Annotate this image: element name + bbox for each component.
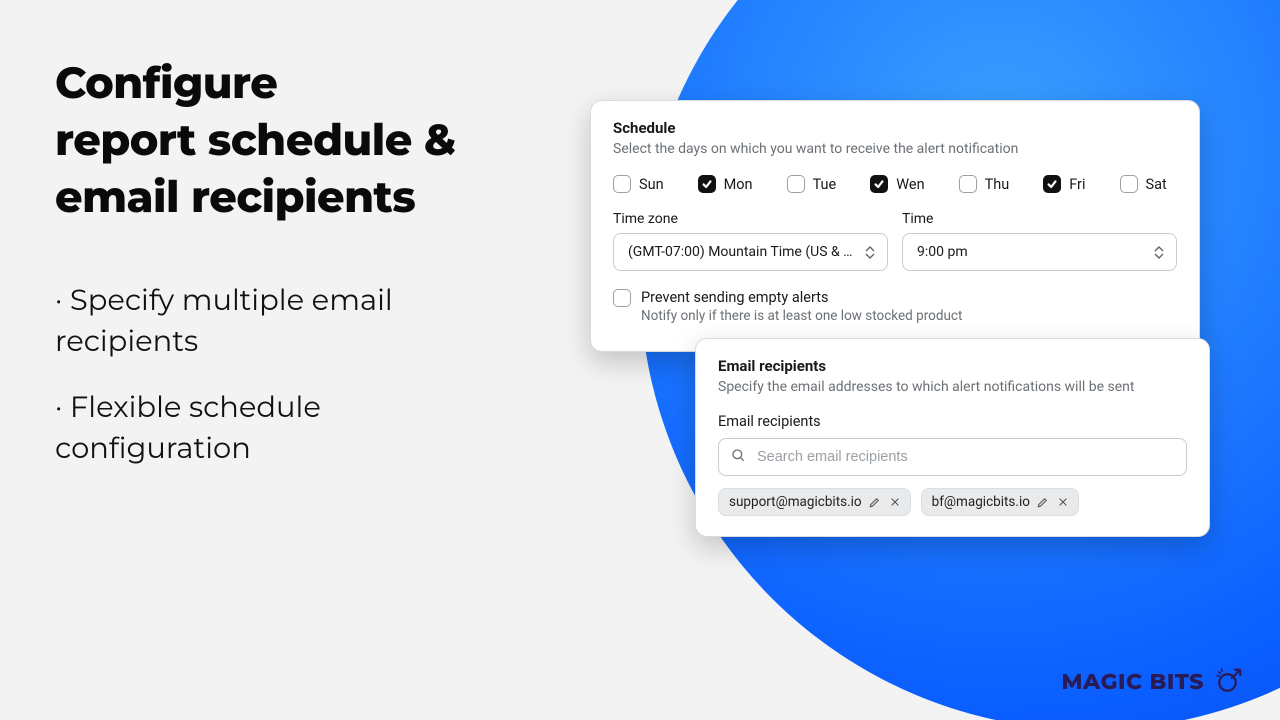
time-label: Time — [902, 211, 1177, 227]
bullet-1: · Specify multiple email recipients — [55, 281, 515, 362]
checkbox-icon — [787, 175, 805, 193]
marketing-copy: Configure report schedule & email recipi… — [55, 55, 515, 496]
checkbox-icon — [1120, 175, 1138, 193]
prevent-empty-alerts-label: Prevent sending empty alerts — [641, 289, 962, 306]
day-checkbox-mon[interactable]: Mon — [698, 175, 753, 193]
recipient-email: bf@magicbits.io — [932, 494, 1030, 510]
checkbox-icon — [698, 175, 716, 193]
timezone-field: Time zone (GMT-07:00) Mountain Time (US … — [613, 211, 888, 271]
recipients-search — [718, 438, 1187, 476]
schedule-subtitle: Select the days on which you want to rec… — [613, 141, 1177, 157]
days-row: Sun Mon Tue Wen Thu Fri Sat — [613, 175, 1177, 193]
remove-icon[interactable] — [1056, 495, 1070, 509]
day-checkbox-sat[interactable]: Sat — [1120, 175, 1167, 193]
timezone-select[interactable]: (GMT-07:00) Mountain Time (US & Ca… — [613, 233, 888, 271]
schedule-title: Schedule — [613, 119, 1177, 137]
recipients-title: Email recipients — [718, 357, 1187, 375]
day-checkbox-wen[interactable]: Wen — [870, 175, 924, 193]
prevent-empty-alerts-hint: Notify only if there is at least one low… — [641, 308, 962, 324]
prevent-empty-alerts-checkbox[interactable] — [613, 289, 631, 307]
search-icon — [730, 447, 746, 467]
day-checkbox-thu[interactable]: Thu — [959, 175, 1010, 193]
edit-icon[interactable] — [1036, 495, 1050, 509]
day-checkbox-sun[interactable]: Sun — [613, 175, 664, 193]
checkbox-icon — [613, 175, 631, 193]
recipient-chip: support@magicbits.io — [718, 488, 911, 516]
time-field: Time 9:00 pm — [902, 211, 1177, 271]
select-caret-icon — [863, 246, 877, 259]
day-label: Mon — [724, 176, 753, 193]
recipients-subtitle: Specify the email addresses to which ale… — [718, 379, 1187, 395]
checkbox-icon — [959, 175, 977, 193]
time-select[interactable]: 9:00 pm — [902, 233, 1177, 271]
day-label: Tue — [813, 176, 837, 193]
day-checkbox-fri[interactable]: Fri — [1043, 175, 1085, 193]
day-label: Sat — [1146, 176, 1167, 193]
email-recipients-card: Email recipients Specify the email addre… — [695, 338, 1210, 537]
headline-line-1: Configure — [55, 56, 277, 109]
day-label: Fri — [1069, 176, 1085, 193]
checkbox-icon — [870, 175, 888, 193]
day-label: Sun — [639, 176, 664, 193]
recipient-email: support@magicbits.io — [729, 494, 862, 510]
headline-line-2: report schedule & — [55, 113, 456, 166]
prevent-empty-alerts-row: Prevent sending empty alerts Notify only… — [613, 289, 1177, 324]
headline-line-3: email recipients — [55, 170, 415, 223]
recipient-chip: bf@magicbits.io — [921, 488, 1079, 516]
remove-icon[interactable] — [888, 495, 902, 509]
brand-mark-icon — [1214, 666, 1244, 696]
headline: Configure report schedule & email recipi… — [55, 55, 515, 225]
recipients-search-input[interactable] — [718, 438, 1187, 476]
bullet-2: · Flexible schedule configuration — [55, 388, 515, 469]
select-caret-icon — [1152, 246, 1166, 259]
timezone-label: Time zone — [613, 211, 888, 227]
recipients-chips: support@magicbits.io bf@magicbits.io — [718, 488, 1187, 516]
timezone-value: (GMT-07:00) Mountain Time (US & Ca… — [628, 244, 858, 260]
brand-logo: MAGIC BITS — [1062, 666, 1244, 696]
schedule-card: Schedule Select the days on which you wa… — [590, 100, 1200, 352]
day-label: Wen — [896, 176, 924, 193]
brand-name: MAGIC BITS — [1062, 668, 1204, 695]
checkbox-icon — [1043, 175, 1061, 193]
recipients-field-label: Email recipients — [718, 413, 1187, 430]
edit-icon[interactable] — [868, 495, 882, 509]
time-value: 9:00 pm — [917, 244, 968, 260]
day-checkbox-tue[interactable]: Tue — [787, 175, 837, 193]
day-label: Thu — [985, 176, 1010, 193]
